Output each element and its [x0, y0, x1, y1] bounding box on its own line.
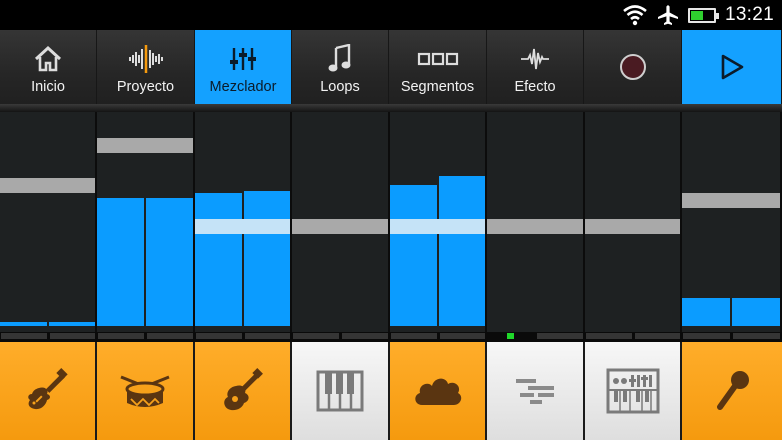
meter-indicator [586, 333, 632, 339]
meter-indicator [1, 333, 47, 339]
meter-indicator [439, 333, 485, 339]
tab-inicio[interactable]: Inicio [0, 30, 97, 104]
tab-label: Mezclador [209, 79, 277, 95]
instrument-acoustic-guitar[interactable] [195, 342, 292, 440]
meter-row [0, 332, 782, 342]
tab-segmentos[interactable]: Segmentos [389, 30, 487, 104]
mixer-channel-strip[interactable] [682, 112, 782, 334]
level-meter-bar [146, 197, 193, 326]
airplane-icon [657, 5, 678, 25]
mixer-channel-strip[interactable] [97, 112, 195, 334]
level-meter-bar [0, 321, 47, 326]
volume-fader-handle[interactable] [585, 219, 680, 234]
mixer-channel-strip[interactable] [487, 112, 585, 334]
level-meter-bar [195, 193, 242, 326]
sequencer-bars-icon [516, 379, 554, 404]
microphone-icon [717, 371, 749, 410]
mixer-channel-strip[interactable] [390, 112, 487, 334]
level-meter-bar [732, 298, 780, 326]
meter-indicator [196, 333, 242, 339]
meter-indicator [244, 333, 290, 339]
meter-indicator [342, 333, 388, 339]
meter-indicator [507, 333, 514, 339]
segments-icon [417, 52, 458, 66]
tab-proyecto[interactable]: Proyecto [97, 30, 195, 104]
electric-guitar-icon [27, 368, 68, 410]
tab-bar-shadow [0, 104, 782, 112]
tab-mezclador[interactable]: Mezclador [195, 30, 292, 104]
tab-label: Proyecto [116, 79, 175, 95]
piano-keys-icon [316, 370, 364, 412]
battery-icon [687, 7, 719, 23]
mixer-panel [0, 112, 782, 342]
tab-efecto[interactable]: Efecto [487, 30, 584, 104]
mixer-channel-strip[interactable] [292, 112, 390, 334]
meter-indicator [537, 333, 583, 339]
mixer-sliders-icon [230, 48, 256, 70]
instrument-piano[interactable] [292, 342, 390, 440]
volume-fader-handle[interactable] [292, 219, 388, 234]
tab-loops[interactable]: Loops [292, 30, 389, 104]
level-meter-bar [682, 298, 730, 326]
acoustic-guitar-icon [223, 368, 263, 411]
meter-indicator [391, 333, 437, 339]
record-icon [619, 54, 646, 80]
level-meter-bar [97, 197, 144, 326]
volume-fader-handle[interactable] [390, 219, 485, 234]
level-meter-bar [48, 321, 95, 326]
tab-label: Inicio [31, 79, 65, 95]
instrument-drums[interactable] [97, 342, 195, 440]
instrument-pad[interactable] [390, 342, 487, 440]
play-button[interactable] [682, 30, 782, 104]
record-button[interactable] [584, 30, 682, 104]
instrument-bar [0, 342, 782, 440]
level-meter-bar [243, 191, 290, 326]
home-icon [34, 45, 62, 72]
tab-label: Segmentos [400, 79, 475, 95]
meter-indicator [634, 333, 680, 339]
status-time: 13:21 [724, 4, 774, 25]
mixer-channel-strip[interactable] [0, 112, 97, 334]
volume-fader-handle[interactable] [97, 137, 193, 153]
instrument-keyboard-synth[interactable] [585, 342, 682, 440]
keyboard-synth-icon [606, 368, 659, 414]
tab-label: Efecto [514, 79, 556, 95]
cloud-pad-icon [414, 378, 461, 405]
music-note-icon [328, 44, 351, 72]
meter-indicator [49, 333, 95, 339]
tab-bar: Inicio Proyecto Mezclador Loops Segmento… [0, 30, 782, 104]
effect-wave-icon [521, 48, 549, 70]
level-meter-bar [390, 184, 437, 326]
mixer-channel-strip[interactable] [195, 112, 292, 334]
volume-fader-handle[interactable] [0, 178, 95, 194]
meter-indicator [293, 333, 339, 339]
instrument-vocals[interactable] [682, 342, 782, 440]
meter-indicator [147, 333, 193, 339]
meter-indicator [683, 333, 730, 339]
play-icon [721, 54, 743, 80]
volume-fader-handle[interactable] [487, 219, 583, 234]
waveform-icon [128, 45, 163, 73]
mixer-channel-strip[interactable] [585, 112, 682, 334]
volume-fader-handle[interactable] [195, 219, 290, 234]
tab-label: Loops [320, 79, 360, 95]
status-bar: 13:21 [0, 0, 782, 30]
meter-indicator [733, 333, 780, 339]
instrument-sequencer[interactable] [487, 342, 585, 440]
drum-icon [120, 375, 170, 407]
level-meter-bar [438, 176, 485, 326]
meter-indicator [98, 333, 144, 339]
volume-fader-handle[interactable] [682, 193, 780, 209]
wifi-icon [623, 5, 647, 26]
instrument-electric-guitar[interactable] [0, 342, 97, 440]
